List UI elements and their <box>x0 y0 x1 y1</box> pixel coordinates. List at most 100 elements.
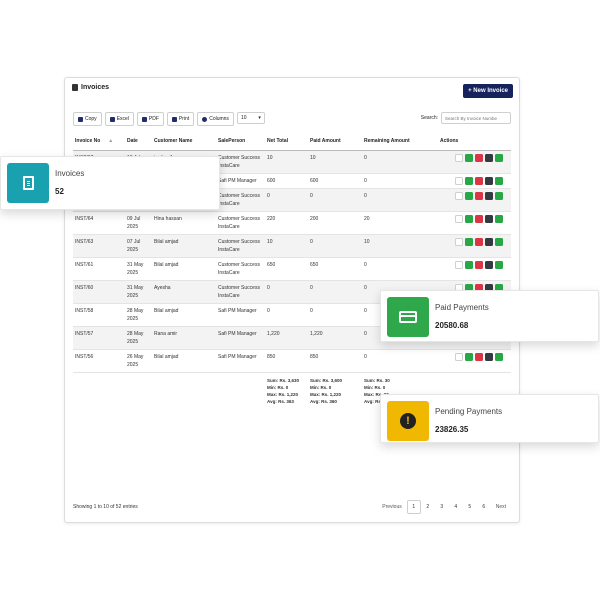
edit-icon[interactable] <box>455 215 463 223</box>
delete-icon[interactable] <box>475 192 483 200</box>
table-info: Showing 1 to 10 of 52 entries <box>73 504 138 510</box>
print-icon[interactable] <box>485 192 493 200</box>
print-icon[interactable] <box>485 261 493 269</box>
cell-saleperson: Safi PM Manager <box>216 303 265 327</box>
cell-net-total: 0 <box>265 280 308 304</box>
document-icon <box>22 176 34 190</box>
th-net-total[interactable]: Net Total <box>265 132 308 151</box>
cell-paid-amount: 850 <box>308 349 362 373</box>
stat-value: 23826.35 <box>435 425 469 434</box>
th-customer-name[interactable]: Customer Name <box>152 132 216 151</box>
cell-paid-amount: 0 <box>308 234 362 258</box>
edit-icon[interactable] <box>455 192 463 200</box>
undo-icon[interactable] <box>495 353 503 361</box>
cell-actions <box>438 150 511 174</box>
page-4-button[interactable]: 4 <box>449 500 463 514</box>
print-icon[interactable] <box>485 154 493 162</box>
delete-icon[interactable] <box>475 215 483 223</box>
delete-icon[interactable] <box>475 238 483 246</box>
cell-customer-name: Bilal amjad <box>152 349 216 373</box>
excel-label: Excel <box>116 116 129 122</box>
edit-icon[interactable] <box>455 154 463 162</box>
page-6-button[interactable]: 6 <box>477 500 491 514</box>
search-area: Search: Search By Invoice Numbe <box>421 112 511 124</box>
page-3-button[interactable]: 3 <box>435 500 449 514</box>
page-length-value: 10 <box>240 115 247 121</box>
table-header-row: Invoice No ▲ Date Customer Name SalePerso… <box>73 132 511 151</box>
view-icon[interactable] <box>465 238 473 246</box>
view-icon[interactable] <box>465 154 473 162</box>
stat-title: Invoices <box>55 169 85 178</box>
pagination: Previous 1 2 3 4 5 6 Next <box>377 500 511 514</box>
th-paid-amount[interactable]: Paid Amount <box>308 132 362 151</box>
th-saleperson[interactable]: SalePerson <box>216 132 265 151</box>
cell-saleperson: Customer Success InstaCare <box>216 234 265 258</box>
delete-icon[interactable] <box>475 177 483 185</box>
undo-icon[interactable] <box>495 238 503 246</box>
cell-date: 28 May 2025 <box>125 303 152 327</box>
print-button[interactable]: Print <box>166 112 195 126</box>
undo-icon[interactable] <box>495 261 503 269</box>
cell-actions <box>438 257 511 281</box>
edit-icon[interactable] <box>455 353 463 361</box>
cell-net-total: 850 <box>265 349 308 373</box>
cell-net-total: 600 <box>265 173 308 189</box>
undo-icon[interactable] <box>495 192 503 200</box>
delete-icon[interactable] <box>475 154 483 162</box>
print-icon[interactable] <box>485 353 493 361</box>
edit-icon[interactable] <box>455 238 463 246</box>
cell-invoice-no: INST/64 <box>73 211 125 235</box>
view-icon[interactable] <box>465 192 473 200</box>
cell-actions <box>438 211 511 235</box>
page-2-button[interactable]: 2 <box>421 500 435 514</box>
delete-icon[interactable] <box>475 353 483 361</box>
view-icon[interactable] <box>465 261 473 269</box>
cell-customer-name: Ayesha <box>152 280 216 304</box>
stat-title: Pending Payments <box>435 407 503 416</box>
cell-net-total: 10 <box>265 234 308 258</box>
pdf-button[interactable]: PDF <box>136 112 164 126</box>
delete-icon[interactable] <box>475 261 483 269</box>
cell-paid-amount: 0 <box>308 188 362 212</box>
view-icon[interactable] <box>465 177 473 185</box>
cell-invoice-no: INST/57 <box>73 326 125 350</box>
new-invoice-button[interactable]: + New Invoice <box>463 84 513 98</box>
cell-remaining-amount: 20 <box>362 211 438 235</box>
table-row: INST/56 26 May 2025 Bilal amjad Safi PM Man… <box>73 349 511 373</box>
cell-saleperson: Safi PM Manager <box>216 173 265 189</box>
search-input[interactable]: Search By Invoice Numbe <box>441 112 511 124</box>
cell-date: 26 May 2025 <box>125 349 152 373</box>
print-icon[interactable] <box>485 215 493 223</box>
cell-customer-name: Bilal amjad <box>152 257 216 281</box>
page-5-button[interactable]: 5 <box>463 500 477 514</box>
view-icon[interactable] <box>465 353 473 361</box>
edit-icon[interactable] <box>455 177 463 185</box>
copy-icon <box>78 116 83 122</box>
page-1-button[interactable]: 1 <box>406 500 421 514</box>
undo-icon[interactable] <box>495 154 503 162</box>
cell-invoice-no: INST/58 <box>73 303 125 327</box>
columns-button[interactable]: Columns <box>197 112 234 126</box>
pending-payments-stat-card: ! Pending Payments 23826.35 <box>380 394 599 443</box>
search-label: Search: <box>420 115 438 121</box>
next-page-button[interactable]: Next <box>491 500 511 514</box>
copy-button[interactable]: Copy <box>73 112 102 126</box>
undo-icon[interactable] <box>495 177 503 185</box>
view-icon[interactable] <box>465 215 473 223</box>
th-date[interactable]: Date <box>125 132 152 151</box>
panel-title-text: Invoices <box>81 84 110 91</box>
chevron-down-icon: ▾ <box>258 115 261 121</box>
paid-icon-box <box>387 297 429 337</box>
cell-date: 31 May 2025 <box>125 280 152 304</box>
edit-icon[interactable] <box>455 261 463 269</box>
columns-label: Columns <box>209 116 229 122</box>
cell-customer-name: Bilal amjad <box>152 234 216 258</box>
th-invoice-no[interactable]: Invoice No ▲ <box>73 132 125 151</box>
previous-page-button[interactable]: Previous <box>377 500 406 514</box>
excel-button[interactable]: Excel <box>104 112 134 126</box>
print-icon[interactable] <box>485 238 493 246</box>
undo-icon[interactable] <box>495 215 503 223</box>
th-remaining-amount[interactable]: Remaining Amount <box>362 132 438 151</box>
page-length-select[interactable]: 10 ▾ <box>236 112 265 124</box>
print-icon[interactable] <box>485 177 493 185</box>
